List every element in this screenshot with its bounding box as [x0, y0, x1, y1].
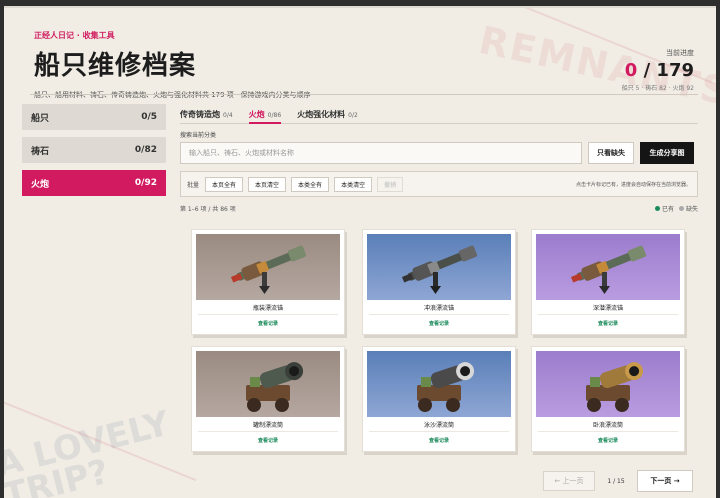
harpoon-cannon-icon	[367, 234, 511, 300]
main-panel: 传奇铸造炮0/4 火炮0/86 火炮强化材料0/2 搜索当前分类 只看缺失 生成…	[180, 106, 698, 213]
page-indicator: 1 / 15	[607, 477, 625, 485]
page-header: 正经人日记 · 收集工具 船只维修档案 船只、船用材料、祷石、传奇铸造炮、火炮与…	[34, 30, 694, 100]
have-dot-icon	[654, 206, 660, 211]
card-divider	[538, 431, 678, 432]
sidebar-item-label: 祷石	[31, 146, 50, 157]
category-sidebar: 船只 0/5 祷石 0/82 火炮 0/92	[22, 104, 166, 203]
view-record-link[interactable]: 查看记录	[363, 437, 515, 444]
undo-button[interactable]: 撤销	[377, 176, 404, 192]
header-divider	[30, 94, 698, 95]
batch-toolbar: 批量 本页全有 本页清空 本类全有 本类清空 撤销 点击卡片标记已有，进度会自动…	[180, 171, 698, 197]
sidebar-item-cannons[interactable]: 火炮 0/92	[22, 170, 166, 196]
harpoon-cannon-icon	[536, 234, 680, 300]
sidebar-item-count: 0/5	[141, 112, 157, 122]
tab-legendary-cannons[interactable]: 传奇铸造炮 0/4	[180, 106, 233, 123]
card-divider	[538, 314, 678, 315]
prev-page-button[interactable]: ← 上一页	[543, 471, 595, 491]
progress-label: 当前进度	[666, 49, 694, 57]
breadcrumb: 正经人日记 · 收集工具	[34, 31, 115, 40]
tab-count: 0/4	[223, 112, 233, 119]
progress-current: 0	[624, 60, 638, 81]
item-name: 卧浪漂流筒	[592, 422, 623, 429]
item-card[interactable]: 瓶装漂流锚 查看记录	[191, 229, 345, 335]
harpoon-cannon-icon	[196, 234, 340, 300]
progress-summary: 当前进度 0 / 179 船只 5 · 祷石 82 · 火炮 92	[622, 48, 694, 92]
item-card[interactable]: 深潜漂流锚 查看记录	[531, 229, 685, 335]
view-record-link[interactable]: 查看记录	[192, 437, 344, 444]
missing-dot-icon	[678, 206, 684, 211]
legend: 已有 缺失	[650, 204, 698, 213]
search-input[interactable]	[180, 142, 582, 164]
sidebar-item-ships[interactable]: 船只 0/5	[22, 104, 166, 130]
sidebar-item-count: 0/92	[134, 178, 157, 188]
card-divider	[198, 431, 338, 432]
item-name: 冲浪漂流锚	[423, 305, 454, 312]
page-clear-button[interactable]: 本页清空	[248, 176, 287, 192]
generate-share-image-button[interactable]: 生成分享图	[640, 142, 694, 164]
card-divider	[198, 314, 338, 315]
item-name: 罐制漂流筒	[252, 422, 283, 429]
category-clear-button[interactable]: 本类清空	[334, 176, 373, 192]
wheeled-cannon-icon	[196, 351, 340, 417]
tab-count: 0/2	[348, 112, 358, 119]
legend-missing-label: 缺失	[685, 206, 698, 213]
card-divider	[369, 431, 509, 432]
result-count-row: 第 1–6 项 / 共 86 项 已有 缺失	[180, 204, 698, 213]
pagination: ← 上一页 1 / 15 下一页 →	[543, 470, 693, 492]
background-watermark-2: A LOVELY TRIP?	[4, 403, 180, 498]
progress-breakdown: 船只 5 · 祷石 82 · 火炮 92	[621, 85, 694, 92]
tab-label: 火炮	[248, 110, 265, 119]
item-card[interactable]: 罐制漂流筒 查看记录	[191, 346, 345, 452]
batch-hint: 点击卡片标记已有，进度会自动保存在当前浏览器。	[575, 181, 691, 188]
view-record-link[interactable]: 查看记录	[192, 320, 344, 327]
sidebar-item-count: 0/82	[134, 145, 157, 155]
page-subtitle: 船只、船用材料、祷石、传奇铸造炮、火炮与强化材料共 179 项 · 保持游戏内分…	[34, 91, 311, 99]
search-label: 搜索当前分类	[180, 132, 217, 139]
next-page-button[interactable]: 下一页 →	[637, 470, 693, 492]
progress-value: 0 / 179	[622, 60, 694, 81]
wheeled-cannon-icon	[536, 351, 680, 417]
tab-label: 火炮强化材料	[297, 110, 346, 119]
legend-missing: 缺失	[678, 204, 698, 213]
view-record-link[interactable]: 查看记录	[363, 320, 515, 327]
tab-upgrade-materials[interactable]: 火炮强化材料 0/2	[297, 106, 358, 123]
batch-label: 批量	[187, 181, 200, 189]
watermark-line-1: A LOVELY	[4, 403, 174, 486]
legend-have: 已有	[654, 204, 674, 213]
progress-total: / 179	[643, 60, 694, 81]
search-row: 只看缺失 生成分享图	[180, 142, 698, 164]
item-name: 深潜漂流锚	[592, 305, 623, 312]
decor-line	[4, 396, 197, 482]
result-count: 第 1–6 项 / 共 86 项	[180, 206, 236, 213]
view-record-link[interactable]: 查看记录	[532, 320, 684, 327]
legend-have-label: 已有	[661, 206, 674, 213]
sub-tabs: 传奇铸造炮 0/4 火炮 0/86 火炮强化材料 0/2	[180, 106, 698, 124]
sidebar-item-label: 船只	[31, 113, 50, 124]
sidebar-item-prayer-stones[interactable]: 祷石 0/82	[22, 137, 166, 163]
view-record-link[interactable]: 查看记录	[532, 437, 684, 444]
item-card[interactable]: 卧浪漂流筒 查看记录	[531, 346, 685, 452]
wheeled-cannon-icon	[367, 351, 511, 417]
item-name: 瓶装漂流锚	[252, 305, 283, 312]
card-divider	[369, 314, 509, 315]
watermark-line-2: TRIP?	[4, 451, 113, 498]
item-name: 泳沙漂流筒	[423, 422, 454, 429]
sidebar-item-label: 火炮	[31, 179, 50, 190]
show-missing-button[interactable]: 只看缺失	[588, 142, 634, 164]
tab-label: 传奇铸造炮	[180, 110, 220, 119]
item-card[interactable]: 冲浪漂流锚 查看记录	[362, 229, 516, 335]
tab-count: 0/86	[267, 112, 282, 119]
item-card[interactable]: 泳沙漂流筒 查看记录	[362, 346, 516, 452]
page-title: 船只维修档案	[34, 51, 197, 81]
tab-cannons[interactable]: 火炮 0/86	[248, 106, 282, 124]
category-mark-all-button[interactable]: 本类全有	[291, 176, 330, 192]
page-mark-all-button[interactable]: 本页全有	[205, 176, 244, 192]
